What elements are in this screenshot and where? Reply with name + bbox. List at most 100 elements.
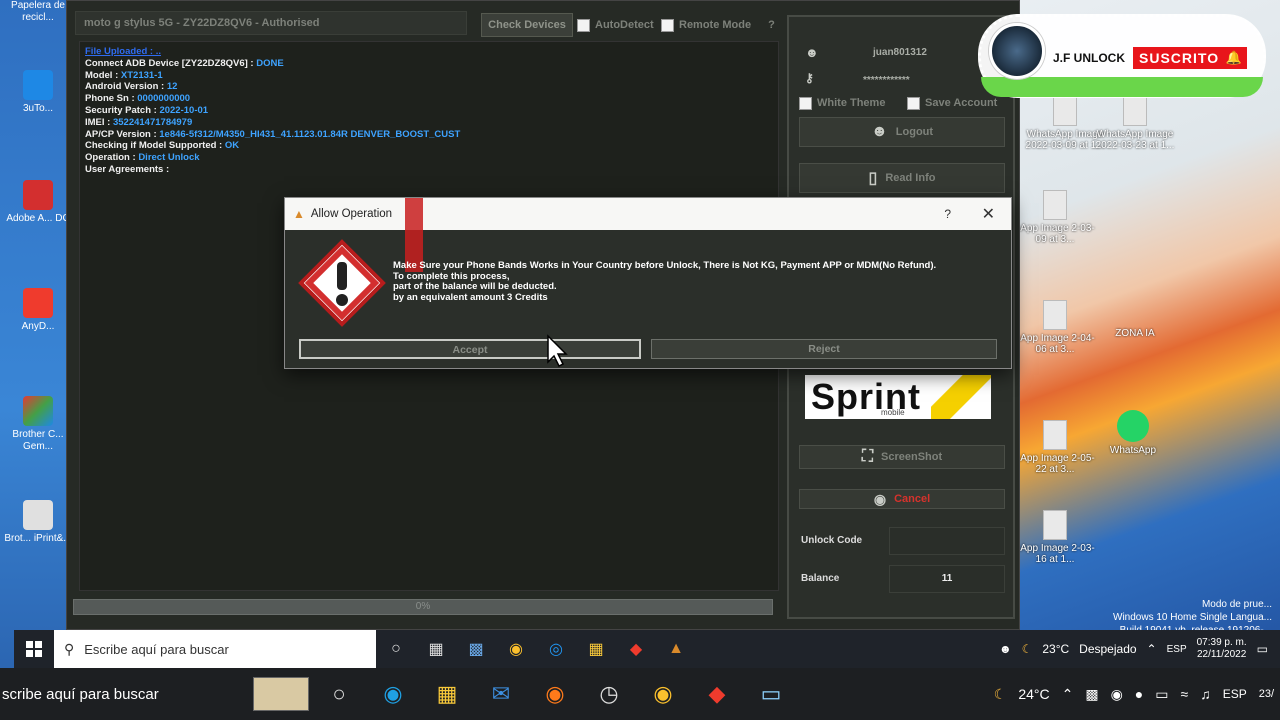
adobe-acrobat-icon [23, 180, 53, 210]
tray-app-icon[interactable]: ▩ [1085, 686, 1098, 703]
edge-icon[interactable]: ◉ [366, 668, 420, 720]
cancel-label: Cancel [894, 493, 931, 505]
password-row: ⚷ ************ [803, 71, 1003, 89]
local-search-text[interactable]: scribe aquí para buscar [0, 686, 250, 703]
people-icon[interactable]: ☻ [999, 642, 1012, 656]
clock[interactable]: 07:39 p. m. 22/11/2022 [1197, 637, 1247, 661]
cancel-button[interactable]: ◉ Cancel [799, 489, 1005, 509]
logout-button[interactable]: ☻ Logout [799, 117, 1005, 147]
checkbox-box[interactable] [661, 18, 674, 32]
desktop-file-whatsapp-image[interactable]: sApp Image 2-03-16 at 1... [1010, 510, 1100, 565]
save-account-checkbox[interactable]: Save Account [907, 95, 997, 111]
desktop-icon-label: 3uTo... [22, 103, 54, 114]
log-line: IMEI : 352241471784979 [85, 116, 193, 128]
screenshot-button[interactable]: ⛶ ScreenShot [799, 445, 1005, 469]
log-line: Android Version : 12 [85, 81, 178, 93]
desktop-icon-3utools[interactable]: 3uTo... [2, 70, 74, 115]
desktop-icon-whatsapp[interactable]: WhatsApp [1088, 410, 1178, 456]
unlock-code-label: Unlock Code [801, 535, 863, 546]
white-theme-checkbox[interactable]: White Theme [799, 95, 885, 111]
clock-date-fragment[interactable]: 23/ [1259, 688, 1274, 700]
username-field[interactable]: juan801312 [873, 47, 927, 58]
anydesk-taskbar-icon[interactable]: ◆ [690, 668, 744, 720]
desktop-icon-anydesk[interactable]: AnyD... [2, 288, 74, 333]
close-icon[interactable]: ✕ [982, 204, 995, 224]
desktop-icon-adobe[interactable]: Adobe A... DC [2, 180, 74, 225]
desktop-icon-brother-iprint[interactable]: Brot... iPrint&... [2, 500, 74, 545]
remote-taskbar: ⚲ Escribe aquí para buscar ○ ▦ ▩ ◉ ◎ ▦ ◆… [14, 630, 1280, 668]
file-explorer-icon[interactable]: ▦ [576, 630, 616, 668]
read-info-button[interactable]: ▯ Read Info [799, 163, 1005, 193]
dialog-title: Allow Operation [310, 208, 393, 220]
checkbox-box[interactable] [907, 96, 920, 110]
chrome-icon[interactable]: ◉ [636, 668, 690, 720]
desktop-file-whatsapp-image[interactable]: sApp Image 2-04-06 at 3... [1010, 300, 1100, 355]
help-icon[interactable]: ? [944, 207, 951, 221]
help-icon[interactable]: ? [768, 19, 775, 31]
app-icon: ▲ [293, 207, 305, 221]
desktop-icon-label: Brother C... Gem... [12, 429, 64, 452]
log-link[interactable]: File Uploaded : .. [85, 46, 773, 58]
task-view-icon[interactable]: ▦ [416, 630, 456, 668]
microphone-icon[interactable]: ● [1135, 686, 1143, 702]
anydesk-icon [23, 288, 53, 318]
desktop-icon-zona-ia[interactable]: ZONA IA [1090, 328, 1180, 339]
image-file-icon [1053, 96, 1077, 126]
anydesk-taskbar-icon[interactable]: ◆ [616, 630, 656, 668]
local-taskbar: scribe aquí para buscar ○ ◉ ▦ ✉ ◉ ◷ ◉ ◆ … [0, 668, 1280, 720]
cortana-icon[interactable]: ○ [376, 630, 416, 668]
windows-start-button[interactable] [14, 630, 54, 668]
user-icon: ☻ [805, 45, 819, 60]
windows-logo-icon [26, 641, 42, 657]
dialog-message: Make Sure your Phone Bands Works in Your… [393, 260, 1005, 303]
volume-icon[interactable]: ♫ [1200, 686, 1211, 702]
teamviewer-icon[interactable]: ◎ [536, 630, 576, 668]
app-icon[interactable]: ▭ [744, 668, 798, 720]
desktop-icon-label: Adobe A... DC [6, 213, 70, 224]
autodetect-checkbox[interactable]: AutoDetect [577, 17, 654, 33]
desktop-icon-recycle-bin[interactable]: Papelera de recicl... [2, 0, 74, 24]
unlock-code-field[interactable] [889, 527, 1005, 555]
widget-thumbnail-icon[interactable] [250, 668, 312, 720]
channel-avatar [989, 23, 1045, 79]
language-indicator[interactable]: ESP [1223, 687, 1247, 701]
read-info-label: Read Info [885, 172, 936, 184]
cortana-icon[interactable]: ○ [312, 668, 366, 720]
desktop-file-whatsapp-image[interactable]: sApp Image 2-03-09 at 3... [1010, 190, 1100, 245]
desktop-icon-label: Papelera de recicl... [11, 0, 65, 23]
clock-app-icon[interactable]: ◷ [582, 668, 636, 720]
network-app-icon[interactable]: ▩ [456, 630, 496, 668]
chrome-icon[interactable]: ◉ [496, 630, 536, 668]
tray-app-icon[interactable]: ◉ [1111, 686, 1123, 703]
battery-icon[interactable]: ▭ [1155, 686, 1168, 703]
checkbox-box[interactable] [577, 18, 590, 32]
password-field[interactable]: ************ [863, 75, 910, 86]
subscribe-green-band [981, 77, 1263, 97]
unlock-tool-taskbar-icon[interactable]: ▲ [656, 630, 696, 668]
accept-button[interactable]: Accept [299, 339, 641, 359]
subscribed-label: SUSCRITO [1139, 50, 1220, 66]
remote-mode-checkbox[interactable]: Remote Mode ? [661, 17, 775, 33]
carrier-logo-subtext: mobile [881, 408, 905, 417]
check-devices-button[interactable]: Check Devices [481, 13, 573, 37]
file-explorer-icon[interactable]: ▦ [420, 668, 474, 720]
checkbox-box[interactable] [799, 96, 812, 110]
username-row: ☻ juan801312 [803, 45, 1003, 63]
message-line: Make Sure your Phone Bands Works in Your… [393, 260, 937, 271]
wifi-icon[interactable]: ≈ [1181, 686, 1189, 702]
mail-icon[interactable]: ✉ [474, 668, 528, 720]
desktop-icon-brother[interactable]: Brother C... Gem... [2, 396, 74, 453]
taskbar-search-box[interactable]: ⚲ Escribe aquí para buscar [54, 630, 376, 668]
desktop-file-whatsapp-image[interactable]: sApp Image 2-05-22 at 3... [1010, 420, 1100, 475]
chevron-up-icon[interactable]: ⌃ [1062, 686, 1074, 703]
language-indicator[interactable]: ESP [1167, 644, 1187, 655]
desktop-icon-label: AnyD... [21, 321, 55, 332]
desktop-file-whatsapp-image[interactable]: WhatsApp Image 2022-03-23 at 1... [1090, 96, 1180, 151]
brother-icon [23, 396, 53, 426]
remote-system-tray: ☻ ☾ 23°C Despejado ⌃ ESP 07:39 p. m. 22/… [999, 630, 1280, 668]
subscribed-button[interactable]: SUSCRITO 🔔 [1133, 47, 1247, 69]
firefox-icon[interactable]: ◉ [528, 668, 582, 720]
notifications-icon[interactable]: ▭ [1257, 642, 1268, 656]
reject-button[interactable]: Reject [651, 339, 997, 359]
chevron-up-icon[interactable]: ⌃ [1147, 642, 1157, 656]
